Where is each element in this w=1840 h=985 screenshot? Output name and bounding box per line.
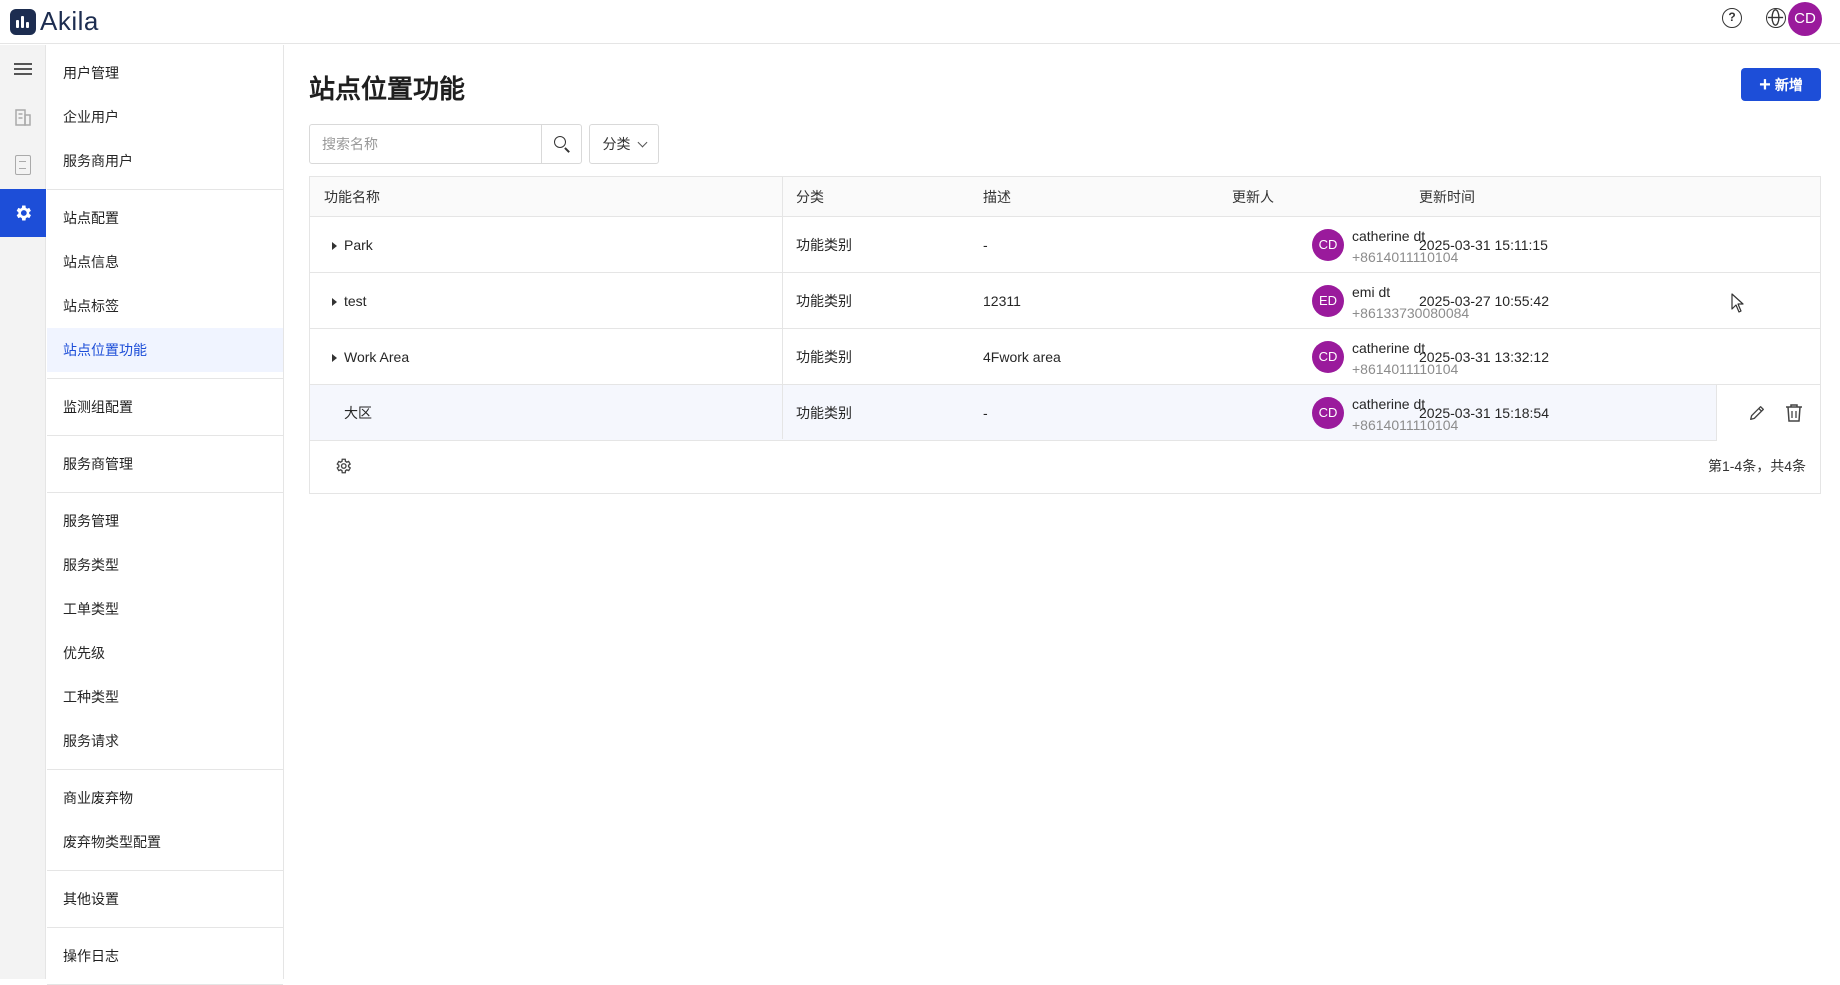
page-title: 站点位置功能	[309, 74, 466, 104]
nav-group-user: 用户管理 企业用户 服务商用户	[47, 45, 283, 190]
column-header-name[interactable]: 功能名称	[324, 177, 380, 217]
row-description: -	[983, 237, 988, 253]
table-row[interactable]: Park 功能类别 - CD catherine dt +86140111101…	[310, 217, 1820, 273]
column-header-updated-time[interactable]: 更新时间	[1419, 177, 1475, 217]
row-updated-time: 2025-03-31 15:18:54	[1419, 405, 1549, 421]
updater-avatar: ED	[1312, 285, 1344, 317]
column-header-updated-by[interactable]: 更新人	[1232, 177, 1274, 217]
nav-item-user-management[interactable]: 用户管理	[47, 51, 283, 95]
nav-group-service: 服务管理 服务类型 工单类型 优先级 工种类型 服务请求	[47, 493, 283, 770]
gear-icon[interactable]	[0, 189, 46, 237]
table-row[interactable]: 大区 功能类别 - CD catherine dt +8614011110104…	[310, 385, 1820, 441]
functions-table: 功能名称 分类 描述 更新人 更新时间 Park 功能类别 - CD cathe…	[309, 176, 1821, 494]
document-icon[interactable]	[0, 141, 46, 189]
nav-item-site-tags[interactable]: 站点标签	[47, 284, 283, 328]
side-navigation: 用户管理 企业用户 服务商用户 站点配置 站点信息 站点标签 站点位置功能 监测…	[47, 45, 284, 985]
row-description: 4Fwork area	[983, 349, 1061, 365]
nav-item-site-config[interactable]: 站点配置	[47, 196, 283, 240]
row-updated-time: 2025-03-27 10:55:42	[1419, 293, 1549, 309]
nav-item-commercial-waste[interactable]: 商业废弃物	[47, 776, 283, 820]
category-filter-label: 分类	[602, 136, 631, 152]
row-name: Work Area	[344, 349, 410, 365]
brand-name: Akila	[40, 6, 99, 36]
row-category: 功能类别	[796, 405, 852, 421]
nav-item-service-requests[interactable]: 服务请求	[47, 719, 283, 763]
nav-group-log: 操作日志	[47, 928, 283, 985]
table-footer: 第1-4条，共4条	[310, 439, 1820, 493]
nav-item-priority[interactable]: 优先级	[47, 631, 283, 675]
table-header: 功能名称 分类 描述 更新人 更新时间	[310, 177, 1820, 217]
row-name: 大区	[344, 405, 372, 421]
search-button[interactable]	[541, 125, 581, 163]
help-icon[interactable]: ?	[1722, 8, 1742, 28]
nav-item-service-types[interactable]: 服务类型	[47, 543, 283, 587]
nav-group-waste: 商业废弃物 废弃物类型配置	[47, 770, 283, 871]
row-category: 功能类别	[796, 293, 852, 309]
table-row[interactable]: Work Area 功能类别 4Fwork area CD catherine …	[310, 329, 1820, 385]
updater-name: emi dt	[1352, 284, 1391, 300]
add-button-label: 新增	[1774, 76, 1803, 93]
row-name: Park	[344, 237, 373, 253]
nav-item-waste-type-config[interactable]: 废弃物类型配置	[47, 820, 283, 864]
updater-name: catherine dt	[1352, 228, 1426, 244]
menu-icon[interactable]	[0, 45, 46, 93]
globe-icon[interactable]	[1766, 8, 1786, 28]
search-icon	[554, 136, 566, 148]
add-button[interactable]: + 新增	[1741, 68, 1821, 101]
nav-item-work-order-types[interactable]: 工单类型	[47, 587, 283, 631]
plus-icon: +	[1759, 73, 1771, 96]
search-box	[309, 124, 582, 164]
nav-group-other: 其他设置	[47, 871, 283, 928]
mouse-cursor-icon	[1731, 293, 1744, 313]
updater-name: catherine dt	[1352, 396, 1426, 412]
nav-group-provider: 服务商管理	[47, 436, 283, 493]
delete-icon[interactable]	[1785, 403, 1803, 423]
nav-item-provider-management[interactable]: 服务商管理	[47, 442, 283, 486]
row-updated-time: 2025-03-31 15:11:15	[1419, 237, 1548, 253]
row-name: test	[344, 293, 367, 309]
row-updated-time: 2025-03-31 13:32:12	[1419, 349, 1549, 365]
row-category: 功能类别	[796, 349, 852, 365]
column-header-category[interactable]: 分类	[796, 177, 824, 217]
user-avatar[interactable]: CD	[1788, 2, 1822, 36]
nav-group-monitoring: 监测组配置	[47, 379, 283, 436]
row-actions	[1716, 385, 1820, 441]
edit-icon[interactable]	[1748, 404, 1766, 422]
expand-caret-icon[interactable]	[332, 242, 337, 250]
table-settings-icon[interactable]	[334, 457, 352, 475]
icon-rail	[0, 45, 46, 979]
table-row[interactable]: test 功能类别 12311 ED emi dt +8613373008008…	[310, 273, 1820, 329]
nav-item-operation-log[interactable]: 操作日志	[47, 934, 283, 978]
row-description: -	[983, 405, 988, 421]
row-description: 12311	[983, 293, 1021, 309]
nav-group-site: 站点配置 站点信息 站点标签 站点位置功能	[47, 190, 283, 379]
updater-avatar: CD	[1312, 397, 1344, 429]
logo-icon	[10, 8, 36, 35]
updater-name: catherine dt	[1352, 340, 1426, 356]
updater-avatar: CD	[1312, 229, 1344, 261]
chevron-down-icon	[637, 137, 647, 147]
nav-item-service-management[interactable]: 服务管理	[47, 499, 283, 543]
expand-caret-icon[interactable]	[332, 298, 337, 306]
nav-item-other-settings[interactable]: 其他设置	[47, 877, 283, 921]
brand-logo[interactable]: Akila	[10, 6, 99, 37]
nav-item-site-info[interactable]: 站点信息	[47, 240, 283, 284]
search-input[interactable]	[310, 125, 541, 163]
category-filter-dropdown[interactable]: 分类	[589, 124, 659, 164]
building-icon[interactable]	[0, 93, 46, 141]
column-divider	[782, 177, 783, 439]
expand-caret-icon[interactable]	[332, 354, 337, 362]
updater-avatar: CD	[1312, 341, 1344, 373]
nav-item-provider-users[interactable]: 服务商用户	[47, 139, 283, 183]
main-content: 站点位置功能 + 新增 分类 功能名称 分类 描述 更新人 更新时间 Park …	[285, 45, 1840, 979]
top-bar: Akila ? CD	[0, 0, 1840, 44]
nav-item-site-location-functions[interactable]: 站点位置功能	[47, 328, 283, 372]
pagination-summary: 第1-4条，共4条	[1707, 458, 1806, 474]
nav-item-enterprise-users[interactable]: 企业用户	[47, 95, 283, 139]
row-category: 功能类别	[796, 237, 852, 253]
nav-item-trade-types[interactable]: 工种类型	[47, 675, 283, 719]
nav-item-monitoring-groups[interactable]: 监测组配置	[47, 385, 283, 429]
column-header-description[interactable]: 描述	[983, 177, 1011, 217]
